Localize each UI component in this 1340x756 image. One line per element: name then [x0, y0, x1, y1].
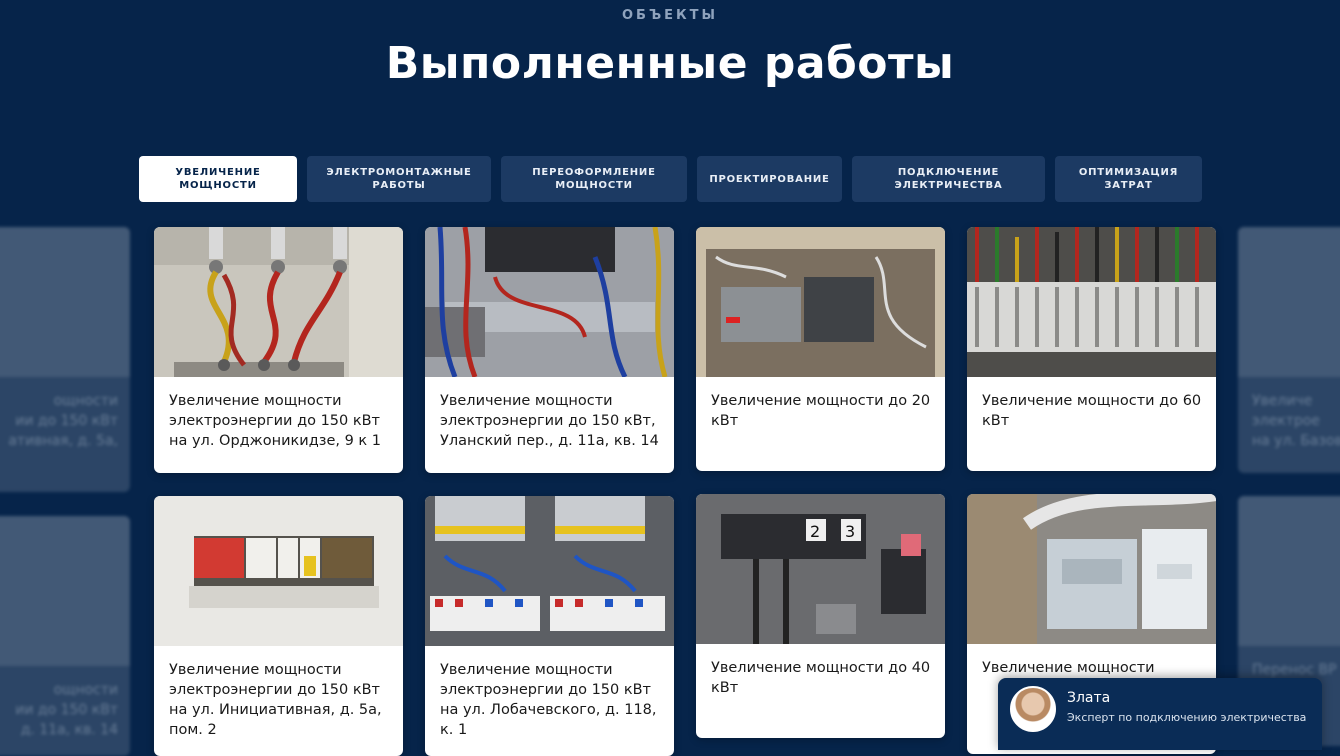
- tab-power-reissue[interactable]: ПЕРЕОФОРМЛЕНИЕ МОЩНОСТИ: [501, 156, 687, 202]
- page-title: Выполненные работы: [385, 38, 955, 89]
- project-photo-corrugated-meters: [967, 494, 1216, 644]
- tab-cost-optimization[interactable]: ОПТИМИЗАЦИЯ ЗАТРАТ: [1055, 156, 1202, 202]
- project-photo-breaker-box: [154, 496, 403, 646]
- project-card-title: Увеличение мощности до 40 кВт: [711, 660, 931, 696]
- project-card-title: Увеличение мощности электроэнергии до 15…: [440, 393, 659, 449]
- tab-electricity-connection[interactable]: ПОДКЛЮЧЕНИЕ ЭЛЕКТРИЧЕСТВА: [852, 156, 1045, 202]
- svg-text:3: 3: [845, 522, 855, 541]
- project-photo-breaker-panel: [967, 227, 1216, 377]
- chat-widget[interactable]: Злата Эксперт по подключению электричест…: [998, 678, 1322, 750]
- project-card[interactable]: Увеличение мощности электроэнергии до 15…: [425, 496, 674, 756]
- project-card[interactable]: Увеличение мощности электроэнергии до 15…: [154, 227, 403, 473]
- ghost-card-left-top[interactable]: ощности ии до 150 кВт ативная, д. 5а,: [0, 227, 130, 492]
- tab-design[interactable]: ПРОЕКТИРОВАНИЕ: [697, 156, 842, 202]
- tab-power-increase[interactable]: УВЕЛИЧЕНИЕ МОЩНОСТИ: [139, 156, 297, 202]
- section-eyebrow: ОБЪЕКТЫ: [621, 8, 719, 23]
- project-photo-meter-box: [425, 227, 674, 377]
- chat-agent-name: Злата: [1067, 690, 1111, 706]
- ghost-card-photo: [1238, 496, 1340, 646]
- chat-agent-role: Эксперт по подключению электричества: [1067, 711, 1307, 724]
- project-card[interactable]: 2 3 Увеличение мощности до 40 кВт: [696, 494, 945, 738]
- avatar: [1010, 686, 1056, 732]
- project-photo-meter-cabinet: [696, 227, 945, 377]
- svg-text:2: 2: [810, 522, 820, 541]
- project-card-title: Увеличение мощности до 20 кВт: [711, 393, 931, 429]
- project-card[interactable]: Увеличение мощности электроэнергии до 15…: [154, 496, 403, 756]
- project-card-title: Увеличение мощности электроэнергии до 15…: [169, 393, 382, 449]
- project-card-title: Увеличение мощности электроэнергии до 15…: [440, 662, 657, 738]
- ghost-card-photo: [1238, 227, 1340, 377]
- project-card-title: Увеличение мощности до 60 кВт: [982, 393, 1202, 429]
- project-card[interactable]: Увеличение мощности до 60 кВт: [967, 227, 1216, 471]
- project-photo-numbered-breakers: 2 3: [696, 494, 945, 644]
- project-photo-meters-and-breakers: [425, 496, 674, 646]
- category-tabs: УВЕЛИЧЕНИЕ МОЩНОСТИ ЭЛЕКТРОМОНТАЖНЫЕ РАБ…: [0, 156, 1340, 202]
- ghost-card-left-bottom[interactable]: ощности ии до 150 кВт д. 11а, кв. 14: [0, 516, 130, 756]
- project-card[interactable]: Увеличение мощности электроэнергии до 15…: [425, 227, 674, 473]
- project-card-title: Увеличение мощности электроэнергии до 15…: [169, 662, 382, 738]
- ghost-card-photo: [0, 227, 130, 377]
- tab-electrical-installation[interactable]: ЭЛЕКТРОМОНТАЖНЫЕ РАБОТЫ: [307, 156, 491, 202]
- project-photo-electrical-panel: [154, 227, 403, 377]
- project-card-title: Увеличение мощности: [982, 660, 1155, 676]
- project-card[interactable]: Увеличение мощности до 20 кВт: [696, 227, 945, 471]
- ghost-card-photo: [0, 516, 130, 666]
- ghost-card-right-top[interactable]: Увеличе электрое на ул. Базов: [1238, 227, 1340, 473]
